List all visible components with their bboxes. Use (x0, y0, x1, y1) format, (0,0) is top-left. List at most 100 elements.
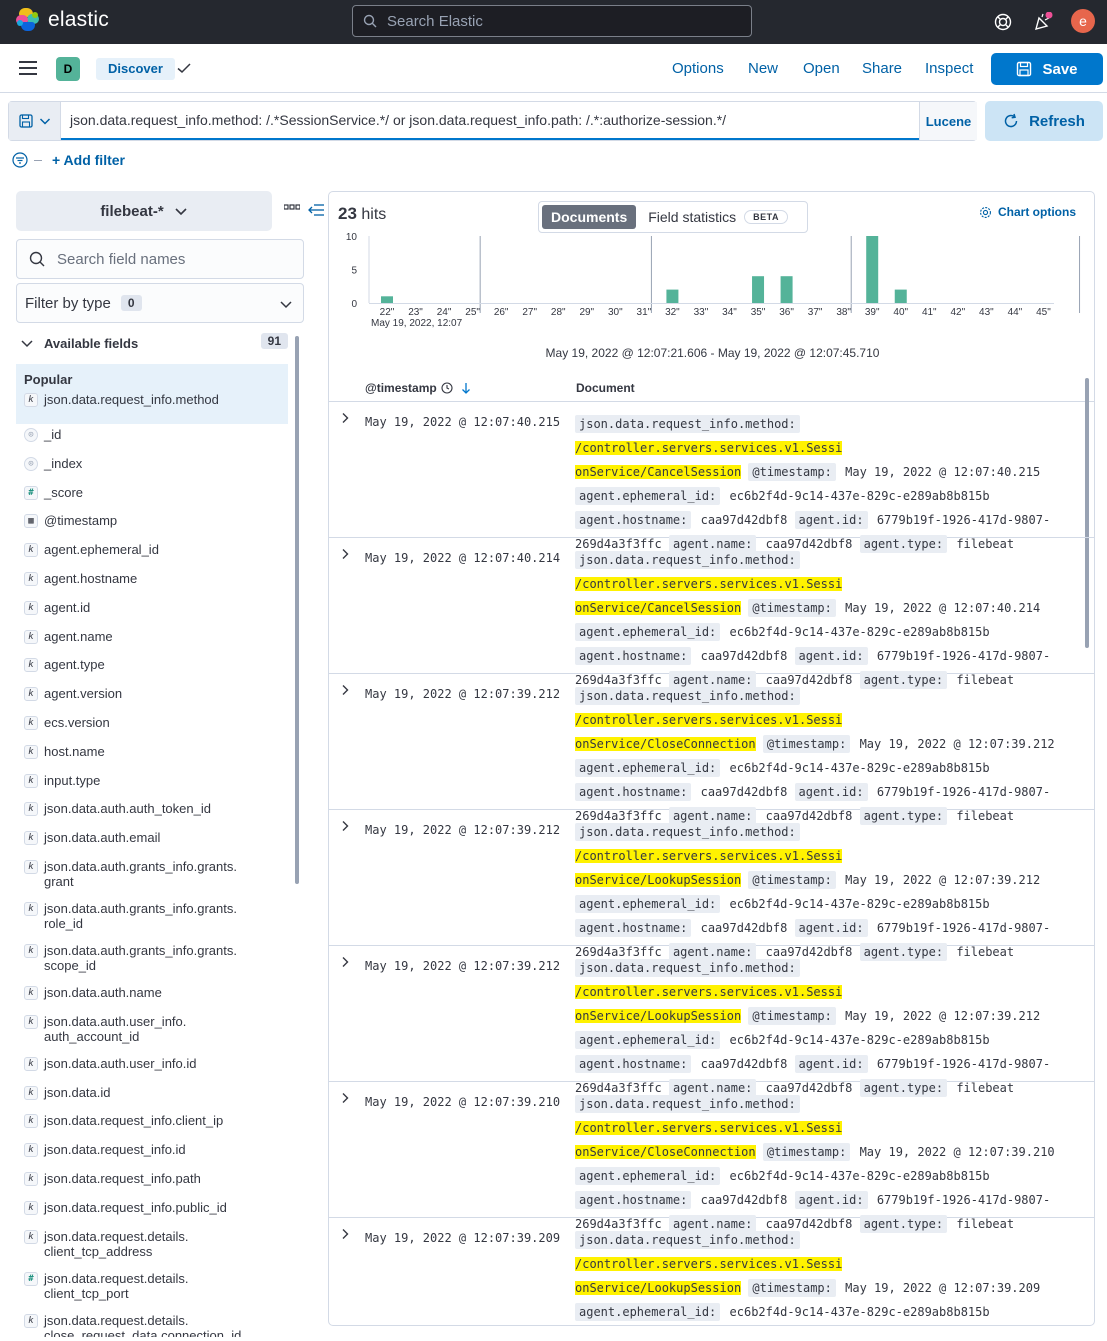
field-item[interactable]: k json.data.request_info.method (24, 392, 280, 407)
field-key: agent.hostname: (575, 783, 692, 801)
field-item[interactable]: k json.data.request_info.client_ip (16, 1113, 288, 1129)
field-item[interactable]: k json.data.auth.grants_info.grants. role_… (16, 901, 288, 931)
field-item[interactable]: ⊙ _index (16, 456, 288, 471)
more-options-icon[interactable] (284, 204, 300, 210)
field-item[interactable]: k json.data.auth.email (16, 830, 288, 846)
table-row[interactable]: May 19, 2022 @ 12:07:39.210 json.data.req… (329, 1082, 1094, 1233)
open-link[interactable]: Open (803, 60, 840, 77)
elastic-logo[interactable]: elastic (16, 8, 109, 32)
field-item[interactable]: k json.data.request.details. close_request… (16, 1313, 288, 1337)
field-item[interactable]: k json.data.auth.auth_token_id (16, 801, 288, 817)
field-name: json.data.id (44, 1084, 111, 1100)
field-item[interactable]: k json.data.request_info.public_id (16, 1200, 288, 1215)
field-item[interactable]: k agent.hostname (16, 571, 288, 586)
field-search-input[interactable]: Search field names (16, 239, 304, 279)
collapse-sidebar-icon[interactable] (308, 203, 324, 217)
field-item[interactable]: k json.data.auth.name (16, 985, 288, 1000)
chart-options-button[interactable]: Chart options (979, 205, 1076, 219)
index-pattern-selector[interactable]: filebeat-* (16, 191, 272, 231)
user-avatar[interactable]: e (1071, 9, 1095, 33)
table-row[interactable]: May 19, 2022 @ 12:07:39.212 json.data.req… (329, 946, 1094, 1097)
field-item[interactable]: k json.data.request_info.id (16, 1142, 288, 1158)
chevron-right-icon[interactable] (339, 820, 351, 832)
field-item[interactable]: k json.data.request.details. client_tcp_ad… (16, 1229, 288, 1259)
field-item[interactable]: # _score (16, 485, 288, 500)
field-item[interactable]: k ecs.version (16, 715, 288, 730)
query-input[interactable]: json.data.request_info.method: /.*Sessio… (61, 102, 919, 140)
elastic-logo-icon (16, 8, 40, 32)
hits-histogram[interactable]: 10 5 0 22" 23" 24" 25" 26" 27" 28" 29" 30" 31" 32" 33"… (329, 232, 1095, 337)
chevron-right-icon[interactable] (339, 548, 351, 560)
chevron-right-icon[interactable] (339, 684, 351, 696)
new-link[interactable]: New (748, 60, 778, 77)
sort-descending-icon[interactable] (461, 382, 471, 394)
refresh-icon (1004, 113, 1018, 128)
table-row[interactable]: May 19, 2022 @ 12:07:39.212 json.data.req… (329, 674, 1094, 825)
field-key: @timestamp: (748, 871, 836, 889)
table-row[interactable]: May 19, 2022 @ 12:07:40.214 json.data.req… (329, 538, 1094, 689)
field-item[interactable]: k json.data.auth.user_info.id (16, 1056, 288, 1071)
keyword-type-icon: k (24, 1229, 38, 1244)
table-row[interactable]: May 19, 2022 @ 12:07:40.215 json.data.req… (329, 402, 1094, 553)
field-item[interactable]: k agent.name (16, 629, 288, 644)
field-value: May 19, 2022 @ 12:07:40.214 (845, 601, 1041, 615)
field-item[interactable]: k json.data.request_info.path (16, 1171, 288, 1186)
field-item[interactable]: k json.data.id (16, 1085, 288, 1100)
chevron-right-icon[interactable] (339, 956, 351, 968)
chevron-right-icon[interactable] (339, 412, 351, 424)
field-item[interactable]: k agent.type (16, 657, 288, 673)
field-item[interactable]: k input.type (16, 773, 288, 788)
field-name: agent.hostname (44, 571, 138, 586)
field-key: agent.id: (794, 1055, 868, 1073)
inspect-link[interactable]: Inspect (925, 60, 973, 77)
chevron-right-icon[interactable] (339, 1092, 351, 1104)
row-document: json.data.request_info.method: /controll… (575, 956, 1075, 1100)
table-row[interactable]: May 19, 2022 @ 12:07:39.212 json.data.req… (329, 810, 1094, 961)
space-avatar[interactable]: D (56, 57, 80, 81)
news-feed-icon[interactable] (1031, 10, 1055, 34)
field-value: ec6b2f4d-9c14-437e-829c-e289ab8b815b (729, 625, 990, 639)
global-search-input[interactable]: Search Elastic (352, 5, 752, 37)
clock-icon (441, 382, 453, 394)
options-link[interactable]: Options (672, 60, 724, 77)
field-item[interactable]: k agent.version (16, 686, 288, 702)
saved-query-button[interactable] (9, 102, 61, 140)
filter-by-type-dropdown[interactable]: Filter by type 0 (16, 283, 304, 323)
chevron-right-icon[interactable] (339, 1228, 351, 1240)
field-item[interactable]: k host.name (16, 744, 288, 759)
field-item[interactable]: k agent.ephemeral_id (16, 542, 288, 558)
field-item[interactable]: ⊙ _id (16, 427, 288, 442)
keyword-type-icon: k (24, 744, 38, 759)
x-tick-label: 44" (1008, 307, 1023, 318)
field-item[interactable]: k json.data.auth.user_info. auth_account_i… (16, 1014, 288, 1044)
field-item[interactable]: ▦ @timestamp (16, 513, 288, 529)
field-item[interactable]: # json.data.request.details. client_tcp_po… (16, 1271, 288, 1301)
highlighted-value: /controller.servers.services.v1.Sessi (575, 577, 843, 591)
menu-icon[interactable] (19, 61, 37, 75)
column-header-timestamp-label: @timestamp (365, 381, 437, 395)
help-icon[interactable] (991, 10, 1015, 34)
save-button[interactable]: Save (991, 53, 1103, 85)
query-language-button[interactable]: Lucene (919, 102, 977, 140)
sidebar-scrollbar[interactable] (295, 336, 299, 884)
tab-field-statistics[interactable]: Field statistics BETA (648, 209, 788, 225)
field-key: @timestamp: (748, 1007, 836, 1025)
refresh-button[interactable]: Refresh (985, 101, 1103, 141)
add-filter-button[interactable]: + Add filter (52, 152, 125, 168)
tab-documents[interactable]: Documents (542, 205, 637, 229)
field-item[interactable]: k json.data.auth.grants_info.grants. scope… (16, 943, 288, 973)
field-item[interactable]: k json.data.auth.grants_info.grants. grant (16, 859, 288, 889)
share-link[interactable]: Share (862, 60, 902, 77)
filter-options-icon[interactable] (12, 152, 28, 168)
table-row[interactable]: May 19, 2022 @ 12:07:39.209 json.data.req… (329, 1218, 1094, 1325)
available-fields-toggle[interactable]: Available fields 91 (20, 333, 288, 353)
x-tick-label: 26" (494, 307, 509, 318)
row-timestamp: May 19, 2022 @ 12:07:39.212 (365, 959, 561, 973)
column-header-timestamp[interactable]: @timestamp (365, 381, 471, 395)
breadcrumb-discover[interactable]: Discover (96, 58, 175, 80)
field-name: json.data.auth.email (44, 830, 161, 846)
x-tick-label: 32" (665, 307, 680, 318)
field-name: agent.id (44, 599, 91, 615)
field-item[interactable]: k agent.id (16, 600, 288, 615)
y-tick-label: 10 (346, 232, 358, 243)
